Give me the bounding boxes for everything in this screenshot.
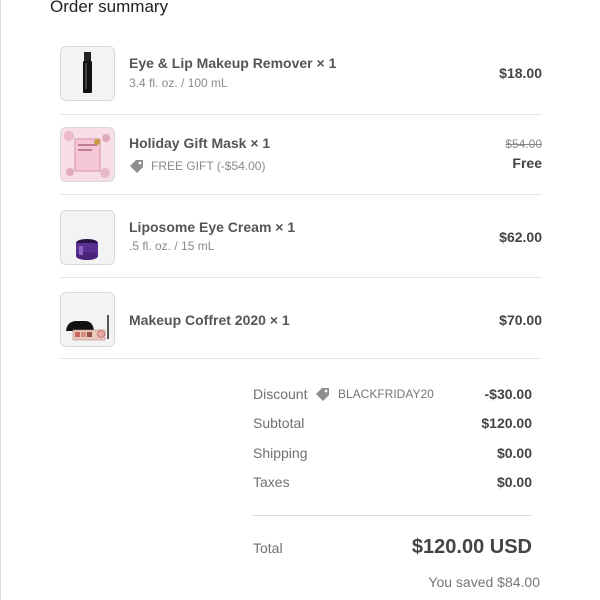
order-summary-title: Order summary bbox=[50, 0, 169, 16]
taxes-value: $0.00 bbox=[496, 474, 532, 490]
tag-icon bbox=[316, 388, 329, 401]
gift-mask-box-image bbox=[61, 128, 114, 181]
shipping-row: Shipping $0.00 bbox=[253, 445, 532, 465]
item-original-price: $54.00 bbox=[505, 137, 542, 151]
item-price: Free bbox=[512, 155, 542, 171]
subtotal-label: Subtotal bbox=[253, 415, 305, 431]
item-name: Eye & Lip Makeup Remover × 1 bbox=[129, 55, 337, 71]
discount-value: -$30.00 bbox=[484, 386, 532, 402]
item-name: Makeup Coffret 2020 × 1 bbox=[129, 312, 290, 328]
free-gift-text: FREE GIFT (-$54.00) bbox=[151, 159, 266, 173]
total-divider bbox=[253, 515, 532, 516]
item-price: $18.00 bbox=[499, 65, 542, 81]
product-thumbnail-gift-mask bbox=[60, 127, 115, 182]
item-price: $70.00 bbox=[499, 312, 542, 328]
line-item-holiday-gift-mask: Holiday Gift Mask × 1 FREE GIFT (-$54.00… bbox=[60, 114, 542, 195]
eye-cream-jar-image bbox=[61, 211, 114, 264]
line-item-makeup-coffret: Makeup Coffret 2020 × 1 $70.00 bbox=[60, 278, 542, 359]
taxes-row: Taxes $0.00 bbox=[253, 474, 532, 494]
product-thumbnail-makeup-remover bbox=[60, 46, 115, 101]
shipping-value: $0.00 bbox=[496, 445, 532, 461]
subtotal-row: Subtotal $120.00 bbox=[253, 415, 532, 435]
total-label: Total bbox=[253, 540, 283, 556]
discount-label: Discount bbox=[253, 386, 308, 402]
item-name: Holiday Gift Mask × 1 bbox=[129, 135, 271, 151]
total-value: $120.00 USD bbox=[411, 536, 532, 558]
savings-text: You saved $84.00 bbox=[428, 574, 540, 590]
makeup-coffret-image bbox=[61, 293, 114, 346]
product-thumbnail-makeup-coffret bbox=[60, 292, 115, 347]
item-price: $62.00 bbox=[499, 229, 542, 245]
free-gift-label: FREE GIFT (-$54.00) bbox=[129, 158, 265, 174]
subtotal-value: $120.00 bbox=[481, 415, 532, 431]
makeup-remover-bottle-image bbox=[61, 47, 114, 100]
item-variant: 3.4 fl. oz. / 100 mL bbox=[129, 76, 228, 90]
taxes-label: Taxes bbox=[253, 474, 290, 490]
discount-code-text: BLACKFRIDAY20 bbox=[338, 387, 434, 401]
left-border bbox=[0, 0, 1, 600]
tag-icon bbox=[130, 160, 143, 173]
item-name: Liposome Eye Cream × 1 bbox=[129, 219, 296, 235]
line-item-makeup-remover: Eye & Lip Makeup Remover × 1 3.4 fl. oz.… bbox=[60, 34, 542, 115]
product-thumbnail-eye-cream bbox=[60, 210, 115, 265]
shipping-label: Shipping bbox=[253, 445, 308, 461]
item-variant: .5 fl. oz. / 15 mL bbox=[129, 239, 215, 253]
discount-row: Discount BLACKFRIDAY20 -$30.00 bbox=[253, 386, 532, 406]
discount-code: BLACKFRIDAY20 bbox=[315, 386, 434, 402]
line-item-liposome-eye-cream: Liposome Eye Cream × 1 .5 fl. oz. / 15 m… bbox=[60, 197, 542, 278]
